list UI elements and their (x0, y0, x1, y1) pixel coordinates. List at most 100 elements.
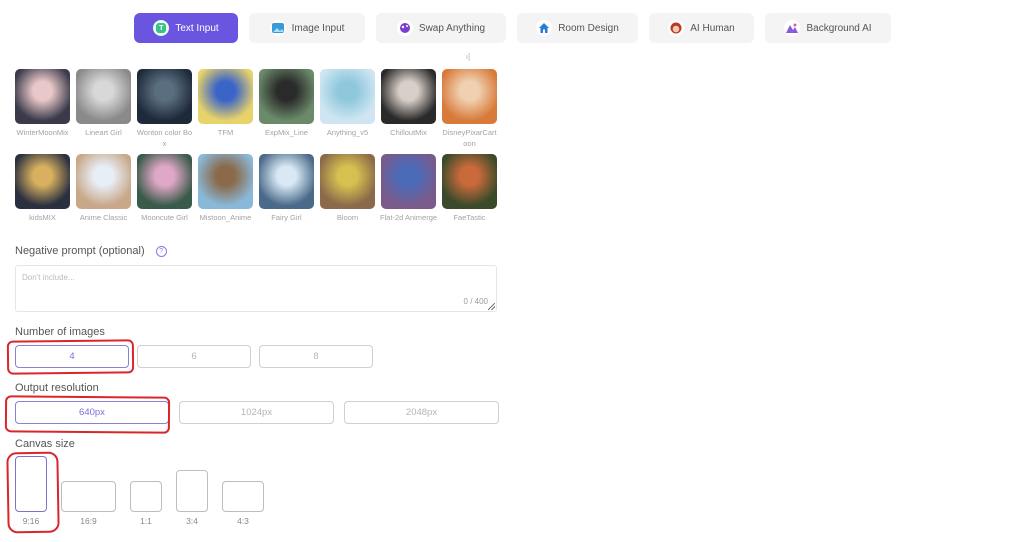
canvas-option-4-3[interactable]: 4:3 (222, 481, 264, 526)
model-card[interactable]: Anime Classic (76, 154, 131, 234)
negative-prompt-label: Negative prompt (optional) ? (15, 245, 167, 257)
negative-prompt-placeholder: Don't include... (22, 273, 75, 282)
model-name: Lineart Girl (85, 128, 122, 137)
tab-background-ai[interactable]: Background AI (765, 13, 891, 43)
images-option-4[interactable]: 4 (15, 345, 129, 368)
model-thumbnail (442, 154, 497, 209)
model-thumbnail (137, 69, 192, 124)
model-name: Anything_v5 (326, 128, 369, 137)
model-name: DisneyPixarCartoon (442, 128, 497, 148)
model-card[interactable]: WinterMoonMix (15, 69, 70, 149)
model-thumbnail (259, 69, 314, 124)
number-of-images-label: Number of images (15, 326, 105, 338)
canvas-option-16-9[interactable]: 16:9 (61, 481, 116, 526)
model-name: kidsMIX (29, 213, 56, 222)
canvas-shape-1-1 (130, 481, 162, 512)
resolution-option-640[interactable]: 640px (15, 401, 169, 424)
model-thumbnail (320, 69, 375, 124)
model-card[interactable]: ChilloutMix (381, 69, 436, 149)
tab-image-input[interactable]: Image Input (249, 13, 365, 43)
negative-prompt-label-text: Negative prompt (optional) (15, 245, 145, 257)
tab-label: Swap Anything (418, 22, 486, 34)
canvas-option-1-1[interactable]: 1:1 (130, 481, 162, 526)
canvas-label: 4:3 (237, 516, 249, 526)
model-card[interactable]: kidsMIX (15, 154, 70, 234)
text-icon: T (153, 20, 170, 36)
model-card[interactable]: Mistoon_Anime (198, 154, 253, 234)
model-name: TFM (217, 128, 234, 137)
tab-swap-anything[interactable]: Swap Anything (376, 13, 506, 43)
model-name: Mooncute Girl (141, 213, 188, 222)
model-grid: WinterMoonMix Lineart Girl Wonton color Bo… (15, 69, 500, 234)
tab-room-design[interactable]: Room Design (517, 13, 638, 43)
tab-ai-human[interactable]: AI Human (649, 13, 754, 43)
model-name: ChilloutMix (390, 128, 427, 137)
model-card[interactable]: Mooncute Girl (137, 154, 192, 234)
tab-text-input[interactable]: T Text Input (134, 13, 238, 43)
model-card[interactable]: Anything_v5 (320, 69, 375, 149)
canvas-size-options: 9:16 16:9 1:1 3:4 4:3 (15, 456, 264, 526)
model-thumbnail (320, 154, 375, 209)
resize-handle-icon[interactable] (488, 303, 495, 310)
canvas-label: 3:4 (186, 516, 198, 526)
canvas-shape-16-9 (61, 481, 116, 512)
model-card[interactable]: ExpMix_Line (259, 69, 314, 149)
model-card[interactable]: Bloom (320, 154, 375, 234)
images-option-6[interactable]: 6 (137, 345, 251, 368)
model-thumbnail (15, 154, 70, 209)
canvas-label: 1:1 (140, 516, 152, 526)
canvas-size-label: Canvas size (15, 438, 75, 450)
image-icon (269, 20, 286, 36)
model-card[interactable]: DisneyPixarCartoon (442, 69, 497, 149)
output-resolution-options: 640px 1024px 2048px (15, 401, 499, 424)
model-name: Mistoon_Anime (199, 213, 252, 222)
house-icon (536, 20, 553, 36)
model-name: Bloom (336, 213, 359, 222)
model-thumbnail (381, 154, 436, 209)
help-icon[interactable]: ? (155, 245, 167, 257)
model-card[interactable]: Wonton color Box (137, 69, 192, 149)
negative-prompt-input[interactable]: Don't include... 0 / 400 (15, 265, 497, 312)
tab-label: Text Input (175, 22, 219, 34)
canvas-option-3-4[interactable]: 3:4 (176, 470, 208, 526)
model-thumbnail (137, 154, 192, 209)
model-thumbnail (259, 154, 314, 209)
images-option-8[interactable]: 8 (259, 345, 373, 368)
tab-label: Background AI (806, 22, 872, 34)
model-thumbnail (442, 69, 497, 124)
human-face-icon (668, 20, 685, 36)
model-name: Wonton color Box (136, 128, 193, 148)
resolution-option-2048[interactable]: 2048px (344, 401, 499, 424)
model-thumbnail (198, 69, 253, 124)
background-icon (784, 20, 801, 36)
number-of-images-options: 4 6 8 (15, 345, 373, 368)
tab-label: Room Design (558, 22, 619, 34)
mode-tabs: T Text Input Image Input Swap Anything R… (134, 13, 891, 43)
canvas-shape-3-4 (176, 470, 208, 512)
canvas-label: 9:16 (22, 516, 40, 526)
model-name: ExpMix_Line (265, 128, 308, 137)
model-name: Anime Classic (79, 213, 128, 222)
model-card[interactable]: Flat-2d Animerge (380, 154, 437, 234)
model-thumbnail (381, 69, 436, 124)
model-thumbnail (198, 154, 253, 209)
model-card[interactable]: Fairy Girl (259, 154, 314, 234)
output-resolution-label: Output resolution (15, 382, 99, 394)
model-thumbnail (76, 154, 131, 209)
stray-mark: ı] (466, 54, 470, 61)
model-card[interactable]: TFM (198, 69, 253, 149)
model-card[interactable]: Lineart Girl (76, 69, 131, 149)
tab-label: AI Human (690, 22, 735, 34)
tab-label: Image Input (291, 22, 345, 34)
model-card[interactable]: FaeTastic (442, 154, 497, 234)
model-name: WinterMoonMix (16, 128, 69, 137)
swap-icon (396, 20, 413, 36)
canvas-shape-4-3 (222, 481, 264, 512)
model-thumbnail (15, 69, 70, 124)
model-name: FaeTastic (453, 213, 486, 222)
model-name: Fairy Girl (271, 213, 302, 222)
model-thumbnail (76, 69, 131, 124)
canvas-shape-9-16 (15, 456, 47, 512)
resolution-option-1024[interactable]: 1024px (179, 401, 334, 424)
canvas-option-9-16[interactable]: 9:16 (15, 456, 47, 526)
